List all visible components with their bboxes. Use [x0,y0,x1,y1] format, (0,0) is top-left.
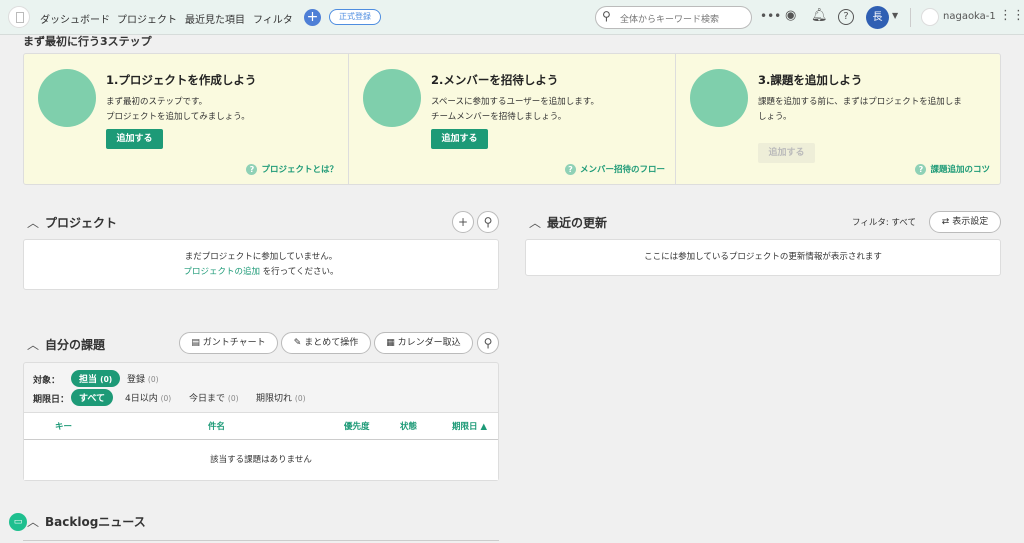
empty-text: を行ってください。 [259,267,339,277]
space-name[interactable]: nagaoka-1 [943,11,996,22]
updates-box: ここには参加しているプロジェクトの更新情報が表示されます [525,239,1001,276]
settings-icon: ⇄ [941,217,953,227]
help-icon[interactable]: ? [838,9,854,25]
updates-filter[interactable]: フィルタ: すべて [852,216,916,228]
nav-recent[interactable]: 最近見た項目 [185,11,245,26]
help-link[interactable]: ? メンバー招待のフロー [564,163,665,175]
step-create-project: 1.プロジェクトを作成しよう まず最初のステップです。 プロジェクトを追加してみま… [24,54,349,184]
search-project-icon[interactable]: ⚲ [477,211,499,233]
tasks-box: 対象： 担当 (0) 登録 (0) 期限日： すべて 4日以内 (0) 今日まで… [23,362,499,481]
top-header: ダッシュボード プロジェクト 最近見た項目 フィルタ + 正式登録 ⚲ 全体から… [0,0,1024,35]
steps-title: まず最初に行う3ステップ [23,35,152,48]
add-project-icon[interactable]: + [452,211,474,233]
user-icon [363,69,421,127]
empty-text: まだプロジェクトに参加していません。 [184,252,338,262]
projects-box: まだプロジェクトに参加していません。 プロジェクトの追加 を行ってください。 [23,239,499,290]
avatar[interactable]: 長 [866,6,889,29]
divider [23,540,499,541]
filter-registered[interactable]: 登録 (0) [119,370,167,387]
due-overdue[interactable]: 期限切れ (0) [248,389,314,406]
due-today[interactable]: 今日まで (0) [181,389,247,406]
more-icon[interactable]: ••• [760,9,781,23]
tasks-header[interactable]: ︿ 自分の課題 [27,336,105,353]
tray-icon [38,69,96,127]
filter-assigned[interactable]: 担当 (0) [71,370,121,387]
space-icon[interactable] [921,8,939,26]
col-status[interactable]: 状態 [400,420,417,432]
edit-icon: ✎ [293,338,305,348]
list-icon [690,69,748,127]
bell-icon[interactable]: 🔔︎ [811,8,828,23]
due-4days[interactable]: 4日以内 (0) [117,389,179,406]
chat-icon[interactable]: ▭ [9,513,27,531]
due-label: 期限日： [33,395,70,405]
chevron-up-icon: ︿ [27,216,40,230]
tasks-table: 該当する課題はありません [24,412,498,480]
gantt-button[interactable]: ▤ ガントチャート [179,332,278,354]
step-title: 2.メンバーを招待しよう [431,73,559,87]
col-priority[interactable]: 優先度 [344,420,370,432]
apps-grid-icon[interactable]: ⋮⋮⋮ [999,8,1024,23]
step-invite-members: 2.メンバーを招待しよう スペースに参加するユーザーを追加します。 チームメンバー… [349,54,676,184]
step-title: 1.プロジェクトを作成しよう [106,73,257,87]
calendar-icon: ▦ [386,338,398,348]
chevron-up-icon: ︿ [529,216,542,230]
step-desc: まず最初のステップです。 プロジェクトを追加してみましょう。 [106,97,250,122]
gantt-icon: ▤ [191,338,203,348]
question-icon: ? [246,164,258,175]
add-project-link[interactable]: プロジェクトの追加 [183,267,260,277]
col-due[interactable]: 期限日 ▲ [452,420,487,432]
due-all[interactable]: すべて [71,389,114,406]
add-icon[interactable]: + [304,9,321,26]
space-logo-icon[interactable] [8,6,30,28]
add-member-button[interactable]: 追加する [431,129,488,149]
help-link[interactable]: ? プロジェクトとは？ [246,163,338,175]
chevron-up-icon: ︿ [27,338,40,352]
chevron-down-icon[interactable]: ▼ [892,11,898,20]
add-issue-button[interactable]: 追加する [758,143,815,163]
question-icon: ? [564,164,576,175]
watch-icon[interactable]: ◉ [785,8,796,23]
register-button[interactable]: 正式登録 [329,9,381,25]
step-add-issue: 3.課題を追加しよう 課題を追加する前に、まずはプロジェクトを追加しま しょう。 … [676,54,1000,184]
projects-header[interactable]: ︿ プロジェクト [27,214,117,231]
search-input[interactable]: ⚲ 全体からキーワード検索 [595,6,752,29]
bulk-edit-button[interactable]: ✎ まとめて操作 [281,332,371,354]
step-desc: 課題を追加する前に、まずはプロジェクトを追加しま しょう。 [758,97,962,122]
nav-dashboard[interactable]: ダッシュボード [40,11,110,26]
question-icon: ? [915,164,927,175]
help-link[interactable]: ? 課題追加のコツ [915,163,990,175]
search-tasks-icon[interactable]: ⚲ [477,332,499,354]
target-label: 対象： [33,376,61,386]
updates-header[interactable]: ︿ 最近の更新 [529,214,607,231]
nav-filter[interactable]: フィルタ [253,11,293,26]
search-placeholder: 全体からキーワード検索 [620,15,720,25]
col-key[interactable]: キー [55,420,72,432]
step-title: 3.課題を追加しよう [758,73,863,87]
step-desc: スペースに参加するユーザーを追加します。 チームメンバーを招待しましょう。 [431,97,599,122]
search-icon: ⚲ [602,9,611,23]
empty-row: 該当する課題はありません [210,455,312,465]
divider [910,8,911,27]
col-subject[interactable]: 件名 [208,420,225,432]
steps-panel: 1.プロジェクトを作成しよう まず最初のステップです。 プロジェクトを追加してみま… [23,53,1001,185]
chevron-up-icon: ︿ [27,515,40,529]
news-header[interactable]: ︿ Backlogニュース [27,513,146,530]
display-settings-button[interactable]: ⇄ 表示設定 [929,211,1001,233]
calendar-import-button[interactable]: ▦ カレンダー取込 [374,332,473,354]
nav-projects[interactable]: プロジェクト [117,11,177,26]
add-project-button[interactable]: 追加する [106,129,163,149]
